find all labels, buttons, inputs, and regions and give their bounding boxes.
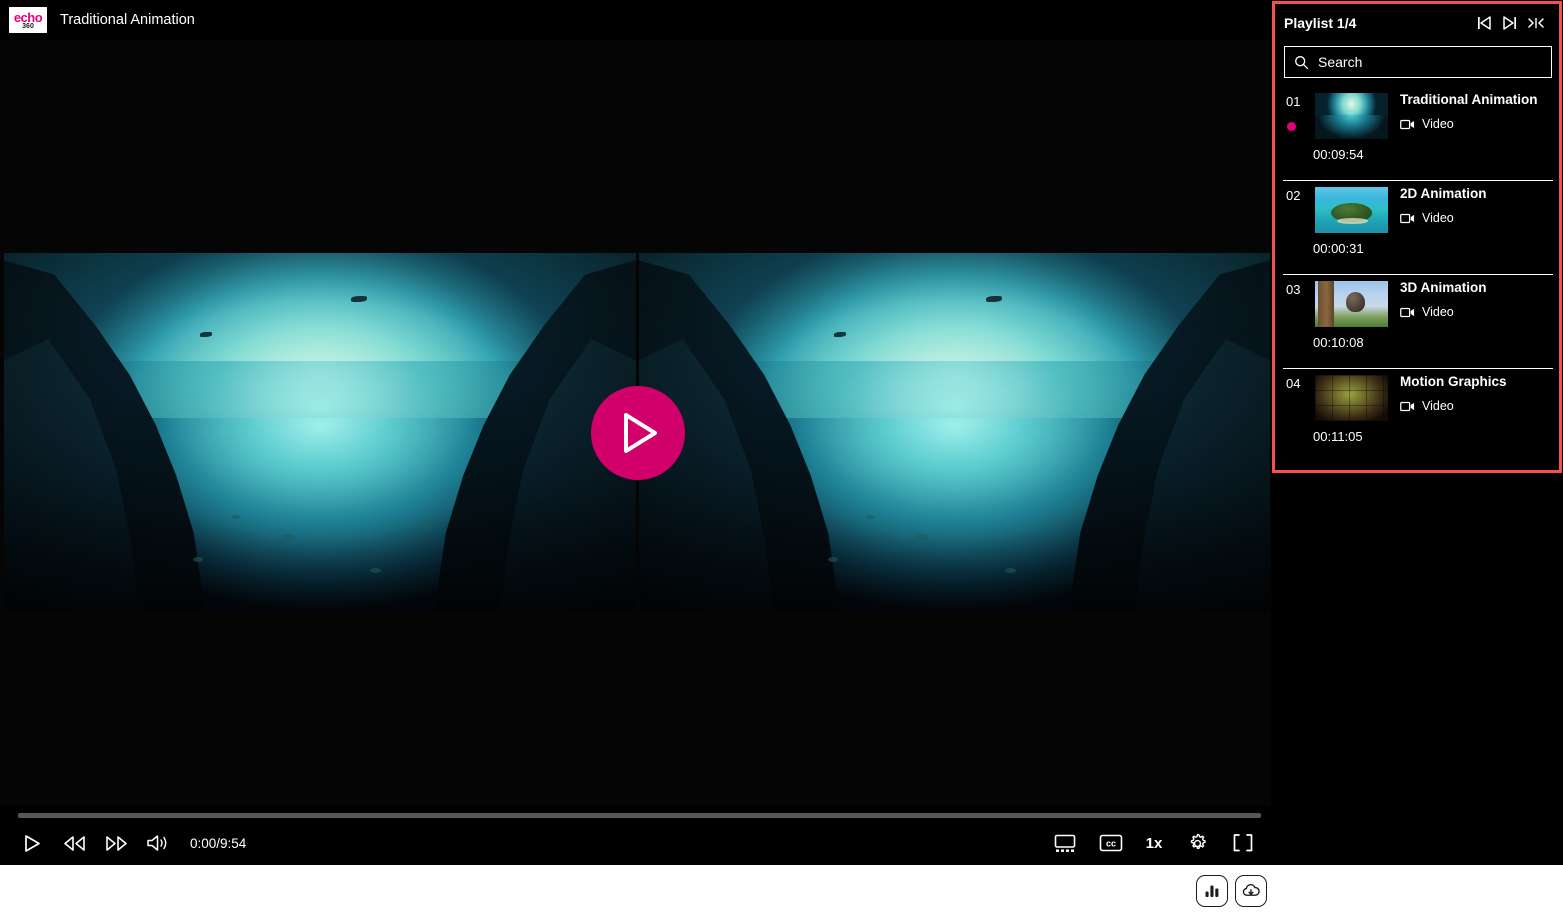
video-frame-left	[4, 253, 636, 612]
seek-bar[interactable]	[18, 813, 1261, 818]
svg-text:cc: cc	[1106, 838, 1116, 848]
playlist-item-title: 2D Animation	[1400, 186, 1487, 201]
playlist-item-type: Video	[1422, 399, 1454, 413]
bottom-right-strip	[1271, 865, 1563, 917]
playlist-item-type-row: Video	[1400, 305, 1553, 319]
playback-speed-button[interactable]: 1x	[1143, 835, 1165, 852]
echo360-player-page: echo 360 Traditional Animation 0:00/9:54…	[0, 0, 1563, 917]
bottom-action-buttons	[1196, 875, 1267, 907]
layout-button[interactable]	[1051, 829, 1079, 857]
playlist-item-type: Video	[1422, 211, 1454, 225]
playlist-collapse-button[interactable]	[1523, 11, 1549, 35]
play-icon	[624, 413, 657, 453]
player-column: echo 360 Traditional Animation 0:00/9:54…	[0, 0, 1271, 865]
fast-forward-button[interactable]	[102, 829, 130, 857]
playlist-panel: Playlist 1/4 Search 01 Traditional Anima…	[1271, 0, 1563, 865]
playlist-next-button[interactable]	[1497, 11, 1523, 35]
playlist-item-thumbnail[interactable]	[1315, 93, 1388, 139]
playlist-item-type: Video	[1422, 305, 1454, 319]
cloud-download-icon	[1242, 884, 1260, 896]
download-button[interactable]	[1235, 875, 1267, 907]
playlist-item-duration: 00:09:54	[1313, 147, 1364, 162]
logo-subtext: 360	[22, 22, 34, 30]
playlist-item-thumbnail[interactable]	[1315, 375, 1388, 421]
playlist-item-body: 3D Animation Video	[1400, 280, 1553, 319]
fast-forward-icon	[105, 835, 127, 851]
volume-icon	[147, 835, 167, 851]
skip-previous-icon	[1478, 15, 1491, 30]
playlist-previous-button[interactable]	[1471, 11, 1497, 35]
playlist-item-4[interactable]: 04 Motion Graphics Video 00:11:05	[1283, 369, 1553, 463]
thumbnail-image	[1315, 375, 1388, 421]
playlist-item-title: 3D Animation	[1400, 280, 1487, 295]
playlist-item-thumbnail[interactable]	[1315, 187, 1388, 233]
playlist-item-title: Motion Graphics	[1400, 374, 1507, 389]
closed-captions-icon: cc	[1099, 834, 1123, 852]
rewind-icon	[63, 835, 85, 851]
playlist-item-number: 04	[1286, 376, 1301, 391]
thumbnail-image	[1315, 281, 1388, 327]
playlist-item-number: 03	[1286, 282, 1301, 297]
playlist-item-body: 2D Animation Video	[1400, 186, 1553, 225]
playlist-items: 01 Traditional Animation Video 00:09:54 …	[1283, 87, 1553, 463]
captions-button[interactable]: cc	[1097, 829, 1125, 857]
video-icon	[1400, 401, 1415, 411]
scene-vignette	[638, 253, 1270, 612]
fullscreen-icon	[1233, 834, 1253, 852]
controls-right: cc 1x	[1051, 829, 1257, 857]
video-icon	[1400, 213, 1415, 223]
playlist-item-type-row: Video	[1400, 399, 1553, 413]
video-frame-right	[638, 253, 1270, 612]
top-bar: echo 360 Traditional Animation	[0, 0, 1271, 40]
video-icon	[1400, 307, 1415, 317]
playlist-search[interactable]	[1284, 46, 1552, 78]
fullscreen-button[interactable]	[1229, 829, 1257, 857]
playlist-item-title: Traditional Animation	[1400, 92, 1538, 107]
search-input[interactable]	[1318, 54, 1551, 70]
playlist-item-duration: 00:10:08	[1313, 335, 1364, 350]
thumbnail-image	[1315, 93, 1388, 139]
playlist-item-3[interactable]: 03 3D Animation Video 00:10:08	[1283, 275, 1553, 369]
playlist-item-2[interactable]: 02 2D Animation Video 00:00:31	[1283, 181, 1553, 275]
playlist-item-duration: 00:11:05	[1313, 429, 1363, 444]
playlist-item-1[interactable]: 01 Traditional Animation Video 00:09:54	[1283, 87, 1553, 181]
playlist-item-type-row: Video	[1400, 117, 1553, 131]
rewind-button[interactable]	[60, 829, 88, 857]
player-control-bar: 0:00/9:54 cc 1x	[0, 805, 1271, 865]
playlist-item-type: Video	[1422, 117, 1454, 131]
video-icon	[1400, 119, 1415, 129]
play-button[interactable]	[18, 829, 46, 857]
play-overlay-button[interactable]	[591, 386, 685, 480]
playlist-item-type-row: Video	[1400, 211, 1553, 225]
playlist-title: Playlist 1/4	[1284, 14, 1357, 31]
skip-next-icon	[1503, 15, 1516, 30]
playlist-item-body: Motion Graphics Video	[1400, 374, 1553, 413]
video-stage	[0, 40, 1271, 805]
layout-icon	[1054, 834, 1076, 852]
search-icon	[1295, 55, 1309, 69]
playlist-item-thumbnail[interactable]	[1315, 281, 1388, 327]
now-playing-indicator	[1287, 122, 1296, 131]
media-title: Traditional Animation	[60, 12, 195, 28]
volume-button[interactable]	[144, 829, 172, 857]
play-icon	[24, 834, 40, 852]
scene-vignette	[4, 253, 636, 612]
analytics-button[interactable]	[1196, 875, 1228, 907]
playlist-item-number: 01	[1286, 94, 1301, 109]
playlist-header: Playlist 1/4	[1275, 4, 1559, 41]
video-pane-right[interactable]	[638, 253, 1270, 612]
playlist-item-duration: 00:00:31	[1313, 241, 1364, 256]
gear-icon	[1190, 833, 1206, 849]
controls-left: 0:00/9:54	[18, 829, 246, 857]
video-pane-left[interactable]	[4, 253, 636, 612]
collapse-icon	[1528, 17, 1544, 28]
playlist-highlight-box: Playlist 1/4 Search 01 Traditional Anima…	[1272, 1, 1562, 473]
timecode-display: 0:00/9:54	[190, 835, 247, 851]
bar-chart-icon	[1205, 885, 1219, 897]
playlist-item-body: Traditional Animation Video	[1400, 92, 1553, 131]
thumbnail-image	[1315, 187, 1388, 233]
echo360-logo[interactable]: echo 360	[9, 7, 47, 33]
playlist-item-number: 02	[1286, 188, 1301, 203]
settings-button[interactable]	[1183, 829, 1211, 857]
